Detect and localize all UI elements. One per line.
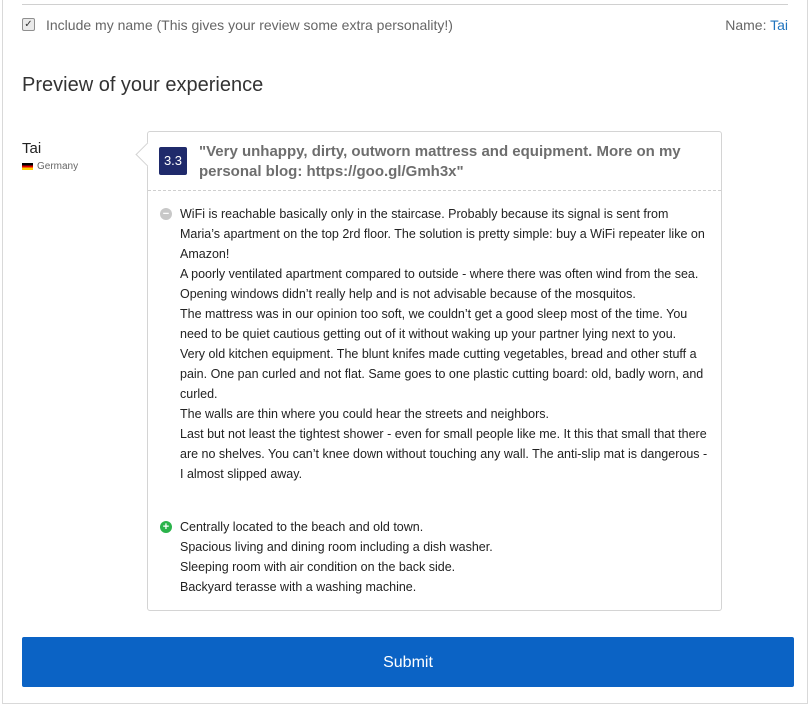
negative-item: WiFi is reachable basically only in the … (180, 207, 705, 261)
negative-item: A poorly ventilated apartment compared t… (180, 267, 699, 301)
include-name-checkbox[interactable]: ✓ (22, 18, 35, 31)
include-name-label[interactable]: Include my name (This gives your review … (46, 17, 453, 33)
name-value: Tai (770, 17, 788, 33)
name-display: Name: Tai (725, 17, 788, 33)
negative-item: Very old kitchen equipment. The blunt kn… (180, 347, 704, 401)
top-divider (22, 4, 788, 5)
positive-item: Backyard terasse with a washing machine. (180, 580, 417, 594)
negative-item: The walls are thin where you could hear … (180, 407, 549, 421)
author-name: Tai (22, 140, 42, 157)
review-author: Tai Germany (22, 140, 78, 172)
card-divider (148, 190, 721, 191)
plus-circle-icon: + (160, 521, 172, 533)
negative-item: The mattress was in our opinion too soft… (180, 307, 688, 341)
review-preview-card: 3.3 "Very unhappy, dirty, outworn mattre… (147, 131, 722, 611)
positive-item: Centrally located to the beach and old t… (180, 520, 424, 534)
positive-item: Spacious living and dining room includin… (180, 540, 493, 554)
author-country-name: Germany (37, 161, 79, 172)
germany-flag-icon (22, 163, 33, 170)
negative-item: Last but not least the tightest shower -… (180, 427, 708, 481)
review-form: ✓ Include my name (This gives your revie… (2, 0, 808, 704)
negatives-section: − WiFi is reachable basically only in th… (160, 204, 709, 484)
minus-circle-icon: − (160, 208, 172, 220)
positives-section: + Centrally located to the beach and old… (160, 517, 709, 597)
positive-item: Sleeping room with air condition on the … (180, 560, 456, 574)
score-badge: 3.3 (159, 147, 187, 175)
author-country: Germany (22, 161, 78, 172)
review-title: "Very unhappy, dirty, outworn mattress a… (199, 143, 681, 180)
include-name-row: ✓ Include my name (This gives your revie… (22, 17, 788, 37)
name-label: Name: (725, 17, 767, 33)
submit-button[interactable]: Submit (22, 637, 794, 687)
preview-heading: Preview of your experience (22, 74, 264, 96)
